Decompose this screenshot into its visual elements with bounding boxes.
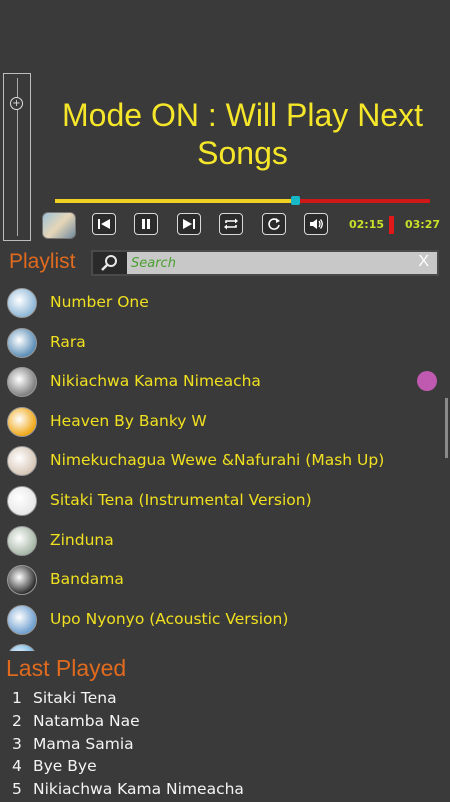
last-played-item[interactable]: 2 Natamba Nae — [0, 711, 450, 734]
item-number: 5 — [12, 780, 22, 799]
song-title: Sitaki Tena (Instrumental Version) — [50, 490, 312, 509]
elapsed-time: 02:15 — [349, 218, 385, 231]
next-icon — [183, 219, 195, 229]
search-icon[interactable] — [93, 252, 127, 274]
last-played-item[interactable]: 3 Mama Samia — [0, 734, 450, 757]
seek-bar-thumb[interactable] — [291, 196, 300, 205]
now-playing-indicator — [417, 371, 437, 392]
volume-button[interactable] — [304, 213, 328, 235]
song-title: Nikiachwa Kama Nimeacha — [33, 780, 244, 799]
song-title: Nimekuchagua Wewe &Nafurahi (Mash Up) — [50, 451, 385, 470]
song-title: Bandama — [50, 570, 124, 589]
playlist-item[interactable]: Upo Nyonyo (Acoustic Version) — [0, 600, 450, 640]
refresh-button[interactable] — [262, 213, 286, 235]
song-thumbnail — [7, 604, 37, 635]
search-box[interactable]: X — [91, 250, 439, 276]
song-title: Sitaki Tena — [33, 689, 117, 707]
song-title: Nikiachwa Kama Nimeacha — [50, 372, 261, 391]
repeat-button[interactable] — [219, 213, 243, 235]
item-number: 2 — [12, 711, 22, 730]
clear-search-button[interactable]: X — [418, 253, 429, 271]
song-title: Rara — [50, 332, 86, 351]
last-played-list: 1 Sitaki Tena 2 Natamba Nae 3 Mama Samia 4 Bye … — [0, 688, 450, 802]
song-title: Number One — [50, 293, 149, 311]
song-thumbnail — [7, 367, 37, 398]
item-number: 4 — [12, 757, 22, 776]
song-title: Heaven By Banky W — [50, 411, 207, 430]
item-number: 1 — [12, 689, 22, 707]
album-art[interactable] — [42, 212, 76, 239]
last-played-item[interactable]: 5 Nikiachwa Kama Nimeacha — [0, 779, 450, 802]
time-separator — [389, 216, 394, 234]
playlist-list[interactable]: Number One Rara Nikiachwa Kama Nimeacha Hea… — [0, 283, 450, 651]
playlist-scrollbar[interactable] — [445, 398, 448, 458]
song-thumbnail — [7, 327, 37, 358]
last-played-heading: Last Played — [6, 655, 127, 681]
next-button[interactable] — [177, 213, 201, 235]
total-time: 03:27 — [405, 218, 441, 231]
song-thumbnail — [7, 644, 37, 651]
seek-bar-fill — [55, 199, 295, 203]
playlist-item[interactable]: Number One — [0, 283, 450, 323]
previous-button[interactable] — [92, 213, 116, 235]
item-number: 3 — [12, 734, 22, 753]
playlist-item[interactable]: Rara — [0, 323, 450, 363]
volume-icon — [310, 219, 323, 229]
last-played-item[interactable]: 4 Bye Bye — [0, 756, 450, 779]
playlist-item[interactable]: Nimekuchagua Wewe &Nafurahi (Mash Up) — [0, 441, 450, 481]
song-title: Mama Samia — [33, 734, 134, 753]
song-title: Natamba Nae — [33, 711, 140, 730]
slider-knob-icon[interactable]: + — [10, 97, 23, 110]
song-thumbnail — [7, 565, 37, 596]
previous-icon — [98, 219, 110, 229]
playlist-heading: Playlist — [9, 250, 76, 273]
song-title: Bye Bye — [33, 757, 97, 776]
seek-bar[interactable] — [55, 196, 430, 205]
playlist-item[interactable] — [0, 639, 450, 651]
last-played-item[interactable]: 1 Sitaki Tena — [0, 688, 450, 711]
pause-button[interactable] — [134, 213, 158, 235]
repeat-icon — [224, 218, 238, 230]
song-thumbnail — [7, 288, 37, 318]
mode-banner: Mode ON : Will Play Next Songs — [62, 97, 423, 171]
search-input[interactable] — [129, 252, 413, 274]
playlist-item[interactable]: Nikiachwa Kama Nimeacha — [0, 362, 450, 402]
volume-vertical-slider[interactable]: + — [3, 73, 31, 241]
song-thumbnail — [7, 446, 37, 477]
playlist-item[interactable]: Sitaki Tena (Instrumental Version) — [0, 481, 450, 521]
pause-icon — [142, 219, 150, 229]
song-thumbnail — [7, 485, 37, 516]
song-thumbnail — [7, 525, 37, 556]
playlist-item[interactable]: Bandama — [0, 560, 450, 600]
song-thumbnail — [7, 406, 37, 437]
playlist-item[interactable]: Zinduna — [0, 521, 450, 561]
song-title: Zinduna — [50, 530, 114, 549]
song-title: Upo Nyonyo (Acoustic Version) — [50, 609, 289, 628]
refresh-icon — [268, 218, 280, 230]
playlist-item[interactable]: Heaven By Banky W — [0, 402, 450, 442]
